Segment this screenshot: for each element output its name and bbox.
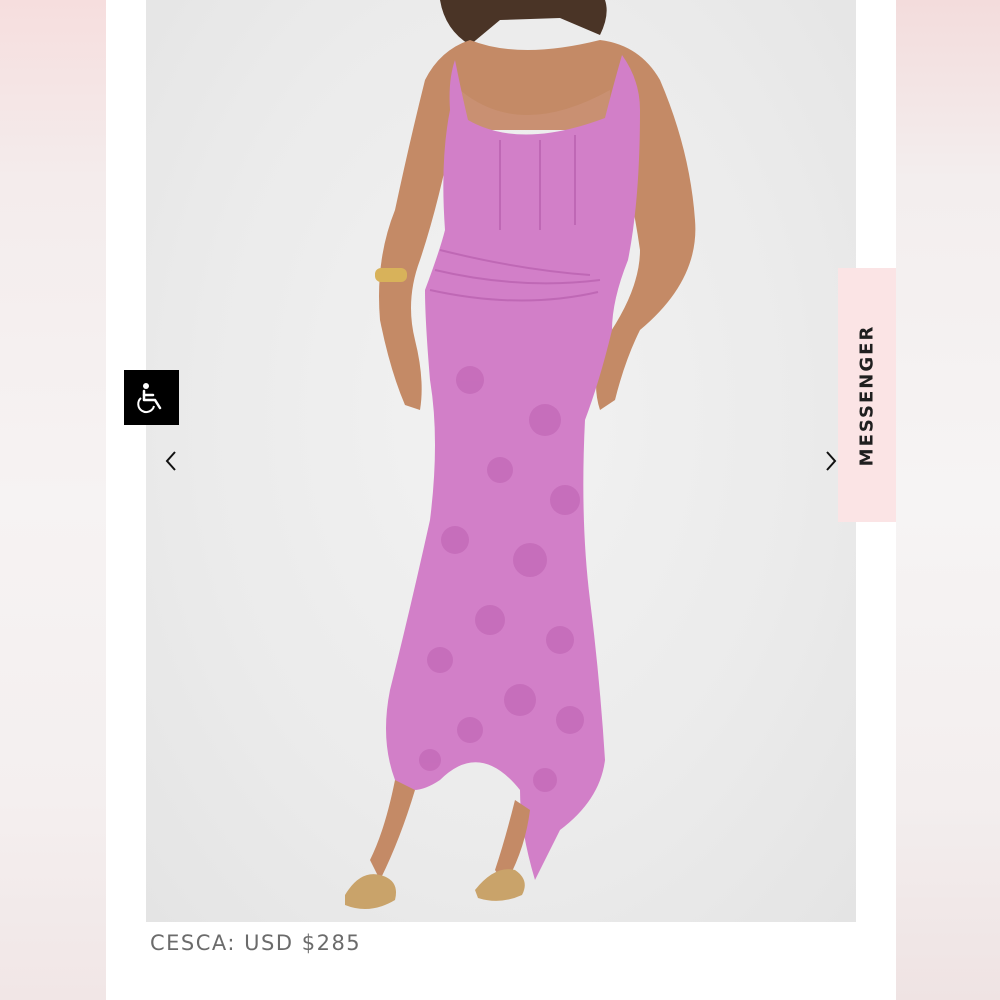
product-image — [146, 0, 856, 922]
messenger-label: MESSENGER — [856, 324, 878, 466]
background-left-margin — [0, 0, 106, 1000]
accessibility-button[interactable] — [124, 370, 179, 425]
carousel-prev-button[interactable] — [157, 446, 187, 476]
background-right-margin — [896, 0, 1000, 1000]
messenger-tab[interactable]: MESSENGER — [838, 268, 896, 522]
chevron-left-icon — [165, 451, 176, 471]
product-caption: CESCA: USD $285 — [150, 931, 362, 955]
wheelchair-icon — [136, 382, 161, 413]
